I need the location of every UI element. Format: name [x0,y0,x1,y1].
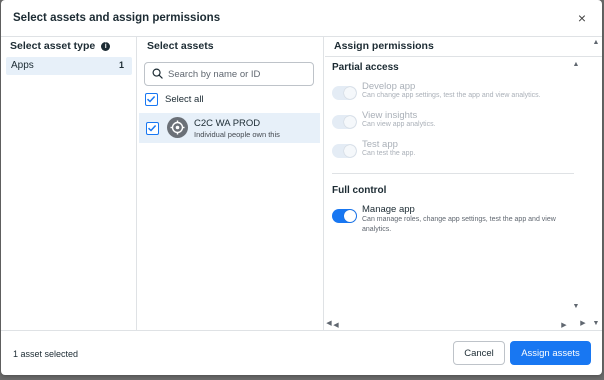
scroll-right-icon[interactable]: ▶ [579,320,587,328]
develop-app-toggle[interactable] [332,86,357,100]
app-ownership: Individual people own this [194,130,280,139]
permission-develop-app: Develop app Can change app settings, tes… [332,81,572,103]
dialog-header: Select assets and assign permissions × [1,0,602,37]
scroll-up-icon[interactable]: ▲ [572,61,580,69]
permission-description: Can view app analytics. [362,121,436,128]
test-app-toggle[interactable] [332,144,357,158]
permission-view-insights: View insights Can view app analytics. [332,110,572,132]
divider [332,173,574,174]
asset-type-header-label: Select asset type [10,40,96,52]
asset-row[interactable]: C2C WA PROD Individual people own this [139,113,320,143]
app-icon [167,117,188,138]
inner-vertical-scrollbar[interactable]: ▲ ▼ [572,61,580,311]
select-all-label: Select all [165,94,204,105]
permissions-scroll-area[interactable]: Partial access Develop app Can change ap… [325,57,602,330]
outer-horizontal-scrollbar[interactable]: ◀ ▶ [325,320,587,328]
permission-name: Develop app [362,81,416,92]
assets-column: Select assets Select all [138,37,324,330]
full-control-title: Full control [332,185,387,196]
assets-header: Select assets [147,40,214,52]
permission-name: Test app [362,139,398,150]
outer-vertical-scrollbar[interactable]: ▲ ▼ [592,39,600,328]
dialog-footer: 1 asset selected Cancel Assign assets [1,330,602,375]
scroll-up-icon[interactable]: ▲ [592,39,600,47]
scroll-down-icon[interactable]: ▼ [592,320,600,328]
view-insights-toggle[interactable] [332,115,357,129]
permission-name: View insights [362,110,418,121]
permission-description: Can change app settings, test the app an… [362,92,541,99]
info-icon[interactable]: i [101,42,111,51]
select-all-checkbox[interactable] [145,93,158,106]
permission-description: Can manage roles, change app settings, t… [362,216,556,233]
permissions-header: Assign permissions [334,40,434,52]
app-name: C2C WA PROD [194,118,261,129]
scroll-left-icon[interactable]: ◀ [325,320,333,328]
manage-app-toggle[interactable] [332,209,357,223]
search-input[interactable] [168,66,308,82]
asset-type-item-apps[interactable]: Apps 1 [6,57,132,75]
select-all-row[interactable]: Select all [144,92,314,108]
permission-test-app: Test app Can test the app. [332,139,572,161]
permissions-column: Assign permissions Partial access Develo… [325,37,602,330]
asset-type-header: Select asset type i [10,39,111,53]
check-icon [147,124,157,132]
permission-manage-app: Manage app Can manage roles, change app … [332,204,572,238]
assign-permissions-dialog: Select assets and assign permissions × S… [1,0,602,375]
asset-checkbox[interactable] [146,122,159,135]
close-icon[interactable]: × [574,10,590,26]
search-icon [152,68,163,79]
assign-assets-button[interactable]: Assign assets [510,341,591,365]
permission-description: Can test the app. [362,150,416,157]
selection-status: 1 asset selected [13,349,79,359]
dialog-title: Select assets and assign permissions [13,12,221,24]
check-icon [146,95,156,103]
cancel-button[interactable]: Cancel [453,341,505,365]
partial-access-title: Partial access [332,62,399,73]
asset-type-column: Select asset type i Apps 1 [1,37,137,330]
asset-type-count: 1 [118,60,124,70]
asset-type-label: Apps [11,60,34,71]
permission-name: Manage app [362,204,415,215]
scroll-down-icon[interactable]: ▼ [572,303,580,311]
search-box [144,62,314,86]
